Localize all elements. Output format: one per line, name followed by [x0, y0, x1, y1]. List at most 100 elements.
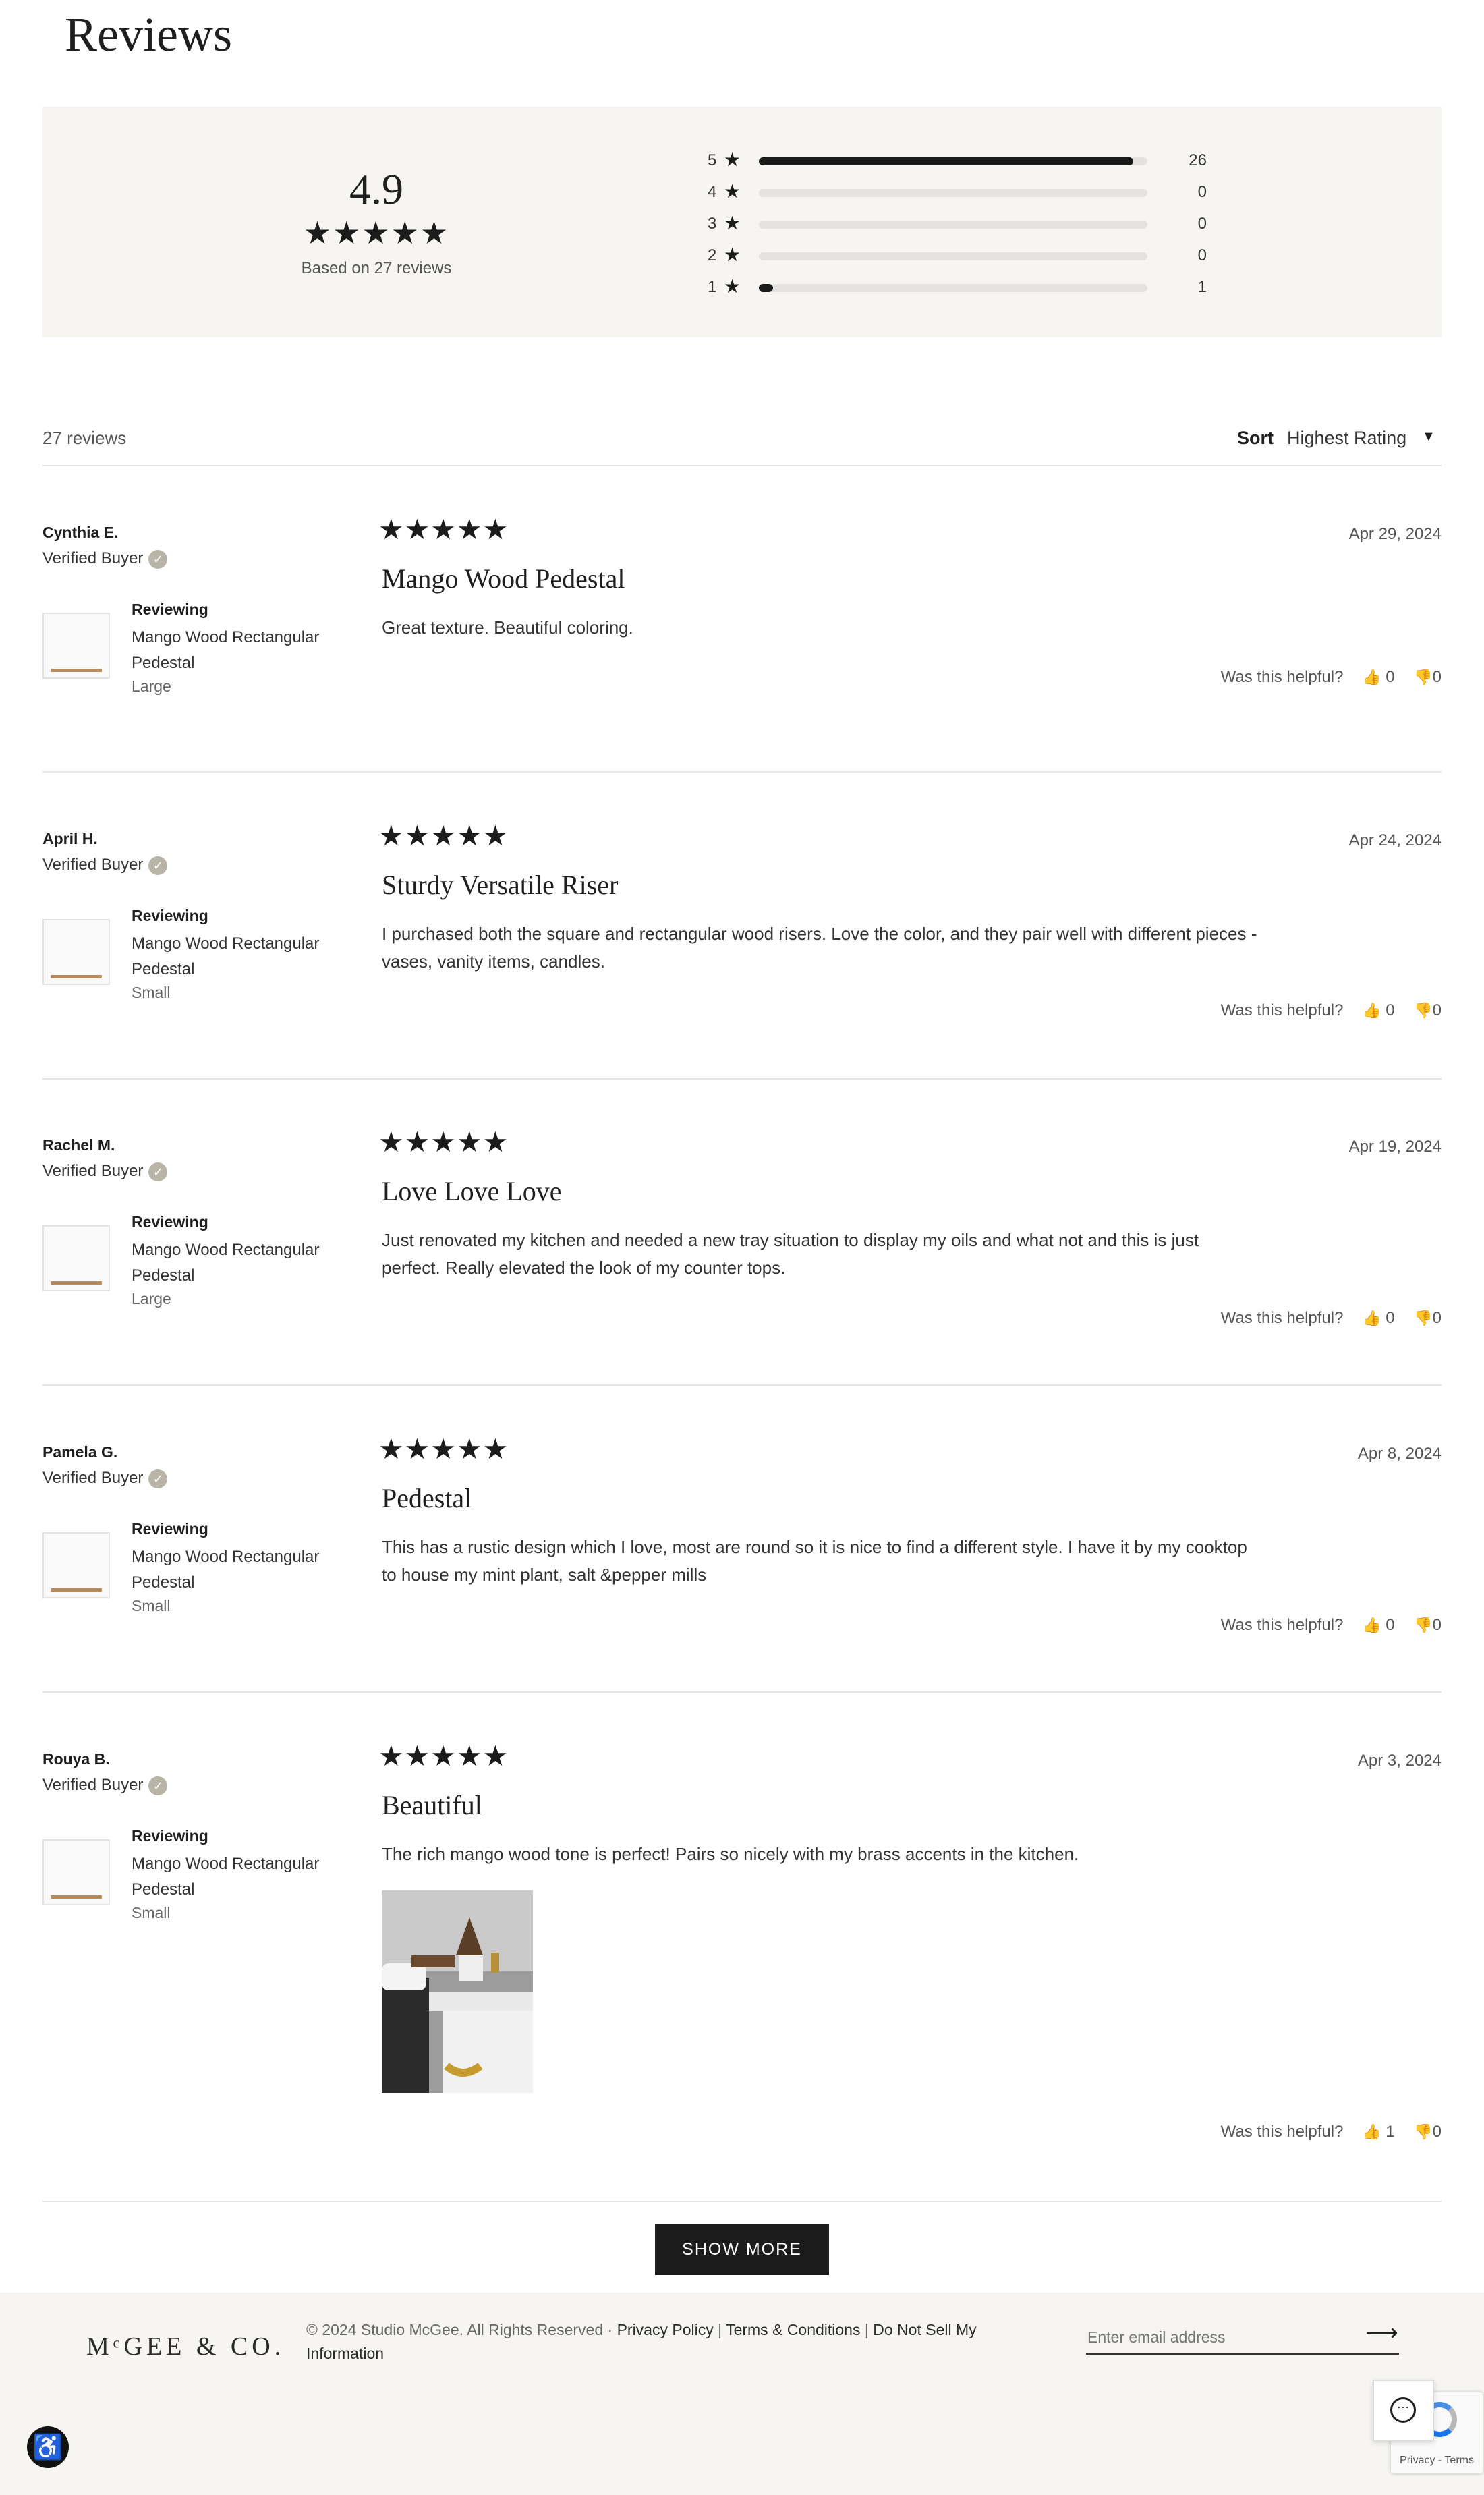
star-icon: ★	[724, 276, 741, 297]
helpful-down-button[interactable]: 👎0	[1414, 668, 1442, 686]
star-icon: ★	[724, 213, 741, 233]
helpful-down-button[interactable]: 👎0	[1414, 1616, 1442, 1634]
helpful-down-button[interactable]: 👎0	[1414, 2123, 1442, 2141]
terms-link[interactable]: Terms & Conditions	[726, 2321, 860, 2338]
rating-bar	[759, 221, 1147, 229]
star-icon: ★	[724, 181, 741, 202]
email-input[interactable]	[1086, 2321, 1399, 2355]
chat-button[interactable]: ···	[1373, 2380, 1434, 2441]
helpful-down-count: 0	[1432, 2123, 1442, 2141]
product-name: Mango Wood Rectangular Pedestal	[132, 934, 320, 978]
recaptcha-links[interactable]: Privacy - Terms	[1391, 2455, 1483, 2467]
reviewer-name: Rachel M.	[42, 1136, 115, 1154]
helpful-label: Was this helpful?	[1220, 668, 1344, 686]
divider	[42, 2201, 1442, 2202]
helpful-down-button[interactable]: 👎0	[1414, 1309, 1442, 1327]
verified-buyer: Verified Buyer ✓	[42, 549, 168, 569]
reviewer-name: Cynthia E.	[42, 524, 119, 541]
rating-summary: 4.9 ★★★★★ Based on 27 reviews 5 ★ 26 4 ★…	[42, 107, 1442, 337]
sort-select[interactable]: Highest Rating	[1287, 428, 1406, 449]
reviewing-label: Reviewing	[132, 1520, 208, 1538]
helpful-up-count: 0	[1386, 1616, 1395, 1634]
helpful-up-button[interactable]: 👍 0	[1363, 668, 1394, 686]
brand-logo[interactable]: MᶜGEE & CO.	[86, 2332, 285, 2361]
check-icon: ✓	[148, 549, 168, 569]
rating-bar	[759, 189, 1147, 197]
review-title: Mango Wood Pedestal	[382, 563, 625, 594]
pedestal-image	[51, 1895, 102, 1899]
rating-row-3[interactable]: 3 ★ 0	[708, 213, 1240, 233]
divider	[42, 1078, 1442, 1080]
helpful-up-button[interactable]: 👍 1	[1363, 2123, 1394, 2141]
product-variant: Small	[132, 1597, 171, 1615]
check-icon: ✓	[148, 1162, 168, 1181]
rating-bar	[759, 252, 1147, 260]
rating-row-4[interactable]: 4 ★ 0	[708, 181, 1240, 202]
verified-buyer: Verified Buyer ✓	[42, 856, 168, 875]
product-thumbnail[interactable]	[42, 1839, 110, 1905]
rating-row-count: 26	[1189, 151, 1207, 169]
rating-row-2[interactable]: 2 ★ 0	[708, 244, 1240, 265]
kitchen-photo	[382, 1890, 533, 2093]
helpful-up-button[interactable]: 👍 0	[1363, 1616, 1394, 1634]
helpful-down-count: 0	[1432, 1309, 1442, 1327]
divider	[42, 1384, 1442, 1386]
thumbs-down-icon: 👎	[1414, 669, 1433, 685]
thumbs-up-icon: 👍	[1363, 1002, 1381, 1019]
review-date: Apr 8, 2024	[1357, 1445, 1442, 1463]
product-variant: Small	[132, 984, 171, 1001]
thumbs-up-icon: 👍	[1363, 1310, 1381, 1326]
product-variant: Small	[132, 1904, 171, 1922]
privacy-policy-link[interactable]: Privacy Policy	[617, 2321, 714, 2338]
thumbs-down-icon: 👎	[1414, 1617, 1433, 1633]
arrow-right-icon[interactable]: ⟶	[1365, 2320, 1398, 2347]
helpful-label: Was this helpful?	[1220, 1309, 1344, 1327]
helpful-up-button[interactable]: 👍 0	[1363, 1001, 1394, 1019]
rating-row-count: 1	[1197, 278, 1207, 296]
review-title: Love Love Love	[382, 1176, 562, 1206]
helpful-row: Was this helpful? 👍 0 👎0	[1221, 1616, 1442, 1635]
thumbs-up-icon: 👍	[1363, 1617, 1381, 1633]
helpful-down-button[interactable]: 👎0	[1414, 1001, 1442, 1019]
thumbs-down-icon: 👎	[1414, 1310, 1433, 1326]
chevron-down-icon[interactable]: ▼	[1422, 429, 1435, 445]
copyright-text: © 2024 Studio McGee. All Rights Reserved…	[306, 2321, 613, 2338]
accessibility-icon[interactable]: ♿	[27, 2426, 69, 2468]
helpful-label: Was this helpful?	[1220, 2123, 1344, 2141]
rating-row-label: 2	[708, 246, 717, 264]
footer-legal: © 2024 Studio McGee. All Rights Reserved…	[306, 2321, 977, 2362]
review-date: Apr 19, 2024	[1348, 1138, 1442, 1156]
helpful-down-count: 0	[1432, 1001, 1442, 1019]
verified-buyer: Verified Buyer ✓	[42, 1469, 168, 1488]
rating-row-count: 0	[1197, 183, 1207, 201]
product-variant: Large	[132, 1290, 171, 1308]
rating-row-label: 4	[708, 183, 717, 201]
review-body: I purchased both the square and rectangu…	[382, 924, 1257, 972]
average-stars: ★★★★★	[303, 215, 450, 250]
verified-buyer-label: Verified Buyer	[42, 1776, 144, 1794]
product-variant: Large	[132, 677, 171, 695]
verified-buyer-label: Verified Buyer	[42, 1162, 144, 1180]
product-thumbnail[interactable]	[42, 1225, 110, 1291]
review-stars: ★★★★★	[378, 513, 509, 545]
product-thumbnail[interactable]	[42, 613, 110, 679]
show-more-button[interactable]: SHOW MORE	[655, 2224, 829, 2275]
rating-row-1[interactable]: 1 ★ 1	[708, 276, 1240, 297]
average-rating: 4.9	[349, 165, 403, 213]
pedestal-image	[51, 669, 102, 672]
review-body: This has a rustic design which I love, m…	[382, 1537, 1247, 1585]
rating-bar	[759, 157, 1147, 165]
review-photo[interactable]	[382, 1890, 533, 2093]
helpful-up-button[interactable]: 👍 0	[1363, 1309, 1394, 1327]
star-icon: ★	[724, 149, 741, 170]
based-on-count: Based on 27 reviews	[301, 259, 452, 277]
footer: MᶜGEE & CO. © 2024 Studio McGee. All Rig…	[0, 2293, 1484, 2495]
product-thumbnail[interactable]	[42, 919, 110, 985]
divider	[42, 771, 1442, 773]
reviewer-name: Pamela G.	[42, 1443, 118, 1461]
product-thumbnail[interactable]	[42, 1532, 110, 1598]
thumbs-up-icon: 👍	[1363, 2123, 1381, 2140]
rating-row-5[interactable]: 5 ★ 26	[708, 149, 1240, 170]
product-name: Mango Wood Rectangular Pedestal	[132, 1855, 320, 1899]
helpful-up-count: 1	[1386, 2123, 1395, 2141]
